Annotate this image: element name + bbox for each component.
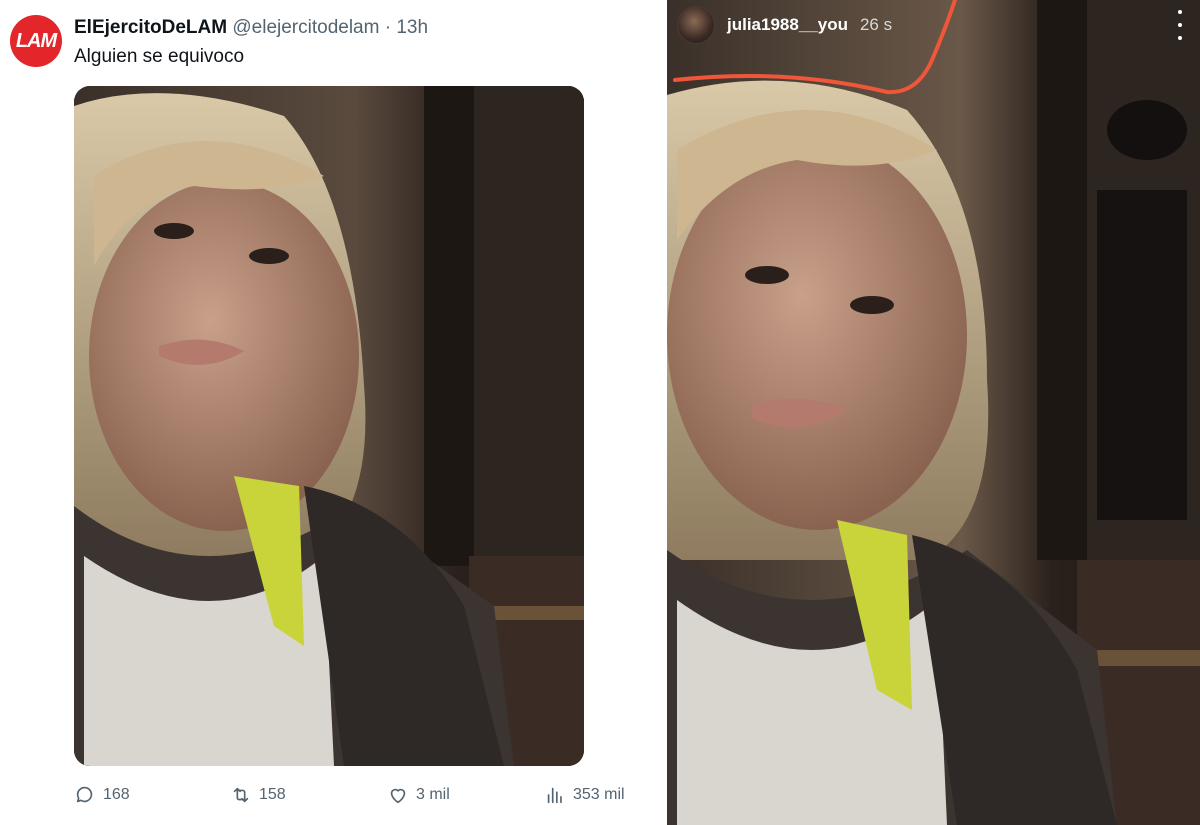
- display-name[interactable]: ElEjercitoDeLAM: [74, 17, 227, 38]
- story-image[interactable]: [667, 0, 1200, 825]
- reply-icon: [76, 786, 93, 803]
- story-username[interactable]: julia1988__you: [727, 15, 848, 35]
- retweet-count: 158: [259, 786, 286, 803]
- tweet: LAM ElEjercitoDeLAM @elejercitodelam · 1…: [0, 0, 664, 825]
- more-options-icon[interactable]: [1175, 10, 1185, 40]
- account-avatar[interactable]: LAM: [10, 15, 62, 67]
- story-timestamp: 26 s: [859, 15, 893, 34]
- story-view: julia1988__you 26 s: [664, 0, 1200, 825]
- views-count: 353 mil: [573, 786, 625, 803]
- like-button[interactable]: 3 mil: [387, 784, 450, 806]
- tweet-header: ElEjercitoDeLAM @elejercitodelam · 13h: [74, 17, 428, 39]
- like-count: 3 mil: [416, 786, 450, 803]
- separator-dot: ·: [384, 17, 392, 38]
- retweet-icon: [233, 787, 249, 803]
- selfie-image: [74, 86, 584, 766]
- tweet-actions: 168 158 3 mil 353 mil: [74, 784, 644, 814]
- retweet-button[interactable]: 158: [230, 784, 286, 806]
- tweet-timestamp[interactable]: 13h: [396, 17, 428, 38]
- reply-button[interactable]: 168: [74, 784, 130, 806]
- reply-count: 168: [103, 786, 130, 803]
- views-chart-icon: [547, 787, 562, 804]
- views-button[interactable]: 353 mil: [544, 784, 625, 806]
- avatar-logo-text: LAM: [15, 29, 57, 52]
- tweet-text: Alguien se equivoco: [74, 46, 245, 67]
- user-handle[interactable]: @elejercitodelam: [232, 17, 379, 38]
- story-header: julia1988__you 26 s: [677, 6, 892, 44]
- heart-icon: [390, 788, 406, 804]
- story-user-avatar[interactable]: [677, 6, 715, 44]
- tweet-photo[interactable]: [74, 86, 584, 766]
